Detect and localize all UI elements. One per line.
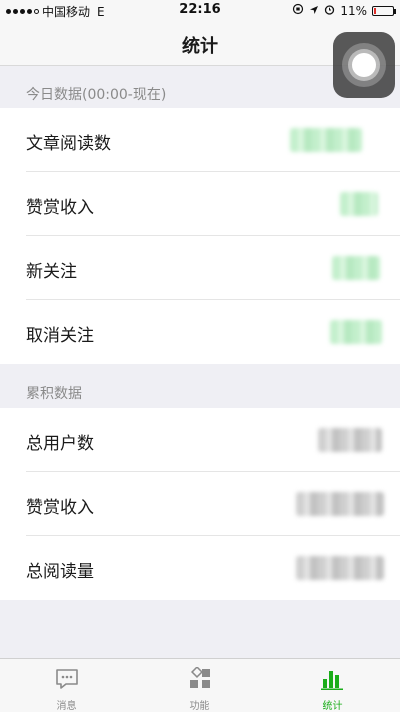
section-header-cumulative: 累积数据	[26, 386, 82, 402]
tab-label: 统计	[322, 701, 343, 712]
stat-label: 取消关注	[26, 326, 94, 346]
stat-row-total-reads[interactable]: 总阅读量	[0, 536, 400, 600]
battery-icon	[372, 5, 396, 16]
bar-chart-icon	[320, 667, 346, 691]
stat-row-total-users[interactable]: 总用户数	[0, 408, 400, 472]
stat-row-reward-income[interactable]: 赞赏收入	[0, 172, 400, 236]
rotation-lock-icon	[292, 3, 304, 18]
blurred-value	[296, 556, 384, 580]
status-bar: 中国移动 E 22:16 11%	[0, 0, 400, 20]
stat-row-total-reward-income[interactable]: 赞赏收入	[0, 472, 400, 536]
today-stats-list: 文章阅读数 赞赏收入 新关注 取消关注	[0, 108, 400, 364]
tab-messages[interactable]: 消息	[0, 659, 133, 712]
blurred-value	[296, 492, 384, 516]
blurred-value	[290, 128, 362, 152]
stat-row-article-reads[interactable]: 文章阅读数	[0, 108, 400, 172]
tab-functions[interactable]: 功能	[133, 659, 266, 712]
stat-label: 赞赏收入	[26, 198, 94, 218]
message-icon	[54, 667, 80, 691]
alarm-icon	[324, 4, 335, 18]
stat-row-unfollows[interactable]: 取消关注	[0, 300, 400, 364]
cumulative-stats-list: 总用户数 赞赏收入 总阅读量	[0, 408, 400, 600]
blurred-value	[340, 192, 378, 216]
battery-percent: 11%	[340, 3, 367, 18]
stat-label: 新关注	[26, 262, 77, 282]
tab-label: 消息	[56, 701, 77, 712]
stat-label: 赞赏收入	[26, 498, 94, 518]
assistive-touch-button[interactable]	[333, 32, 395, 98]
tab-bar: 消息 功能 统计	[0, 658, 400, 712]
stat-row-new-followers[interactable]: 新关注	[0, 236, 400, 300]
tab-statistics[interactable]: 统计	[266, 659, 399, 712]
blurred-value	[318, 428, 382, 452]
stat-label: 总用户数	[26, 434, 94, 454]
status-right: 11%	[292, 3, 396, 18]
stat-label: 文章阅读数	[26, 134, 111, 154]
section-header-today: 今日数据(00:00-现在)	[26, 87, 167, 103]
stat-label: 总阅读量	[26, 562, 94, 582]
battery-level	[374, 7, 376, 14]
blurred-value	[332, 256, 380, 280]
location-icon	[309, 4, 319, 18]
blurred-value	[330, 320, 382, 344]
grid-icon	[187, 665, 213, 691]
tab-label: 功能	[189, 701, 210, 712]
